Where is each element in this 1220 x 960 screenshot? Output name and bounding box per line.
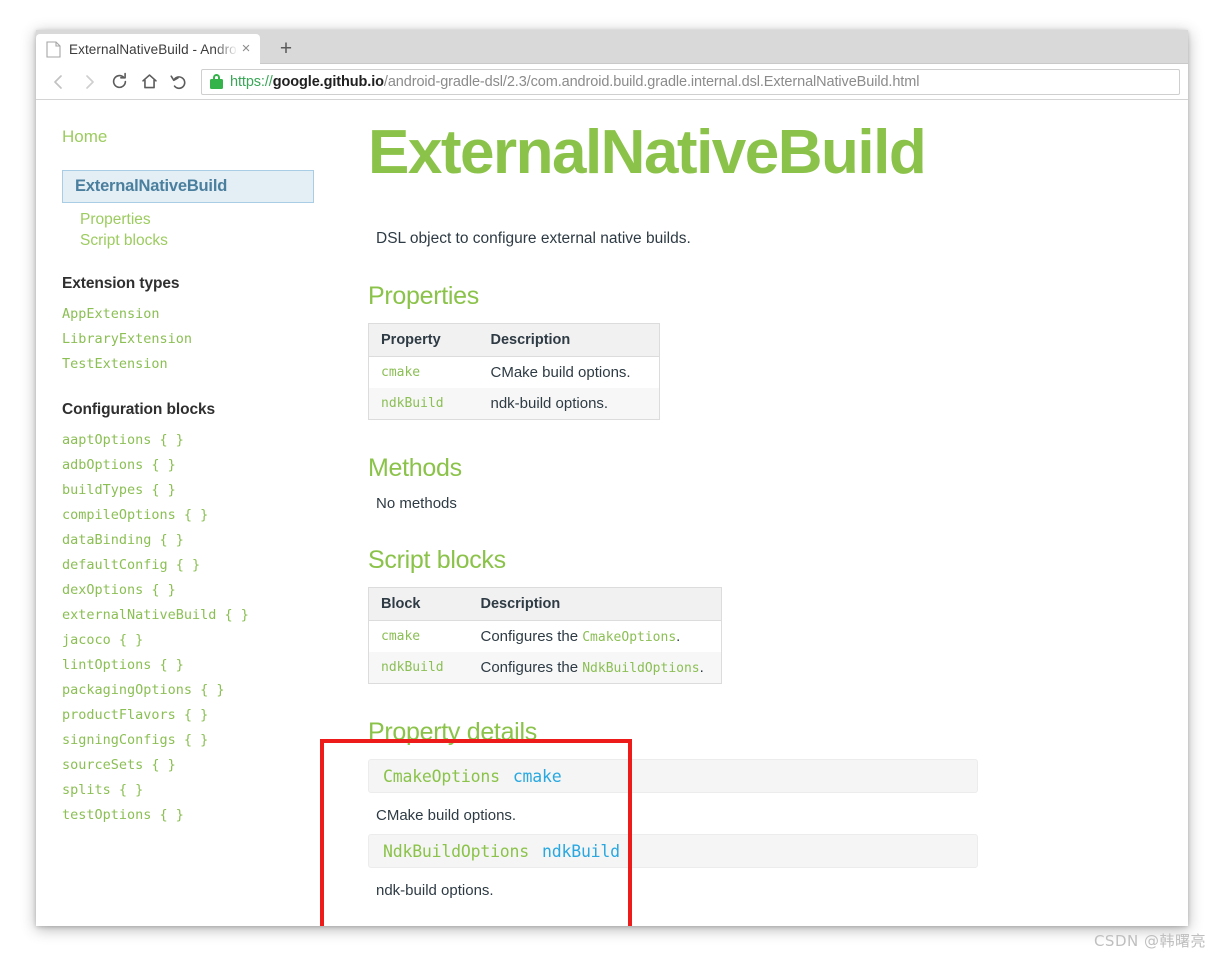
property-detail-header-cmake: CmakeOptions cmake: [368, 759, 978, 793]
methods-empty-text: No methods: [376, 495, 457, 512]
browser-window: ExternalNativeBuild - Android × + https:…: [36, 30, 1188, 926]
sidebar-item-appextension[interactable]: AppExtension: [62, 302, 324, 327]
column-header-description: Description: [468, 587, 722, 621]
reload-icon[interactable]: [104, 67, 134, 97]
column-header-description: Description: [478, 323, 660, 357]
sidebar-item-sourcesets[interactable]: sourceSets { }: [62, 753, 324, 778]
page-lead-text: DSL object to configure external native …: [376, 230, 691, 247]
sidebar-item-lintoptions[interactable]: lintOptions { }: [62, 653, 324, 678]
property-detail-description: ndk-build options.: [376, 882, 494, 899]
sidebar-item-testextension[interactable]: TestExtension: [62, 352, 324, 377]
sidebar-item-signingconfigs[interactable]: signingConfigs { }: [62, 728, 324, 753]
undo-arrow-icon[interactable]: [164, 67, 194, 97]
cell-block-name[interactable]: ndkBuild: [368, 652, 469, 684]
sidebar-heading-configuration-blocks: Configuration blocks: [62, 401, 216, 418]
property-type[interactable]: NdkBuildOptions: [383, 842, 529, 861]
browser-tab-strip: ExternalNativeBuild - Android × +: [36, 30, 1188, 64]
heading-methods: Methods: [368, 454, 462, 482]
sidebar-heading-extension-types: Extension types: [62, 275, 180, 292]
heading-property-details: Property details: [368, 718, 537, 746]
sidebar-item-properties[interactable]: Properties: [62, 209, 324, 230]
property-name: cmake: [512, 766, 562, 786]
back-arrow-icon[interactable]: [44, 67, 74, 97]
column-header-property: Property: [368, 323, 479, 357]
address-bar-url: https://google.github.io/android-gradle-…: [230, 74, 919, 90]
close-icon[interactable]: ×: [238, 41, 254, 57]
sidebar-item-home[interactable]: Home: [62, 126, 324, 148]
sidebar-item-jacoco[interactable]: jacoco { }: [62, 628, 324, 653]
cell-block-description: Configures the CmakeOptions.: [468, 620, 722, 652]
sidebar-item-script-blocks[interactable]: Script blocks: [62, 230, 324, 251]
browser-tab[interactable]: ExternalNativeBuild - Android ×: [36, 34, 260, 64]
url-scheme: https://: [230, 73, 273, 90]
sidebar-current-label: ExternalNativeBuild: [75, 177, 228, 195]
browser-tab-title: ExternalNativeBuild - Android: [69, 41, 238, 57]
desc-prefix: Configures the: [480, 659, 583, 676]
desc-prefix: Configures the: [480, 628, 583, 645]
properties-table: Property Description cmake CMake build o…: [368, 323, 660, 420]
sidebar-item-testoptions[interactable]: testOptions { }: [62, 803, 324, 828]
desc-suffix: .: [676, 628, 681, 645]
lock-icon: [210, 74, 223, 89]
heading-script-blocks: Script blocks: [368, 546, 506, 574]
desc-suffix: .: [699, 659, 704, 676]
property-detail-description: CMake build options.: [376, 807, 517, 824]
new-tab-button[interactable]: +: [272, 36, 300, 62]
heading-properties: Properties: [368, 282, 479, 310]
url-host: google.github.io: [272, 73, 384, 90]
cell-block-name[interactable]: cmake: [368, 620, 469, 652]
sidebar-item-databinding[interactable]: dataBinding { }: [62, 528, 324, 553]
page-viewport: Home ExternalNativeBuild Properties Scri…: [36, 100, 1188, 925]
cell-property-name[interactable]: cmake: [368, 356, 479, 388]
table-row: cmake CMake build options.: [368, 356, 660, 388]
home-icon[interactable]: [134, 67, 164, 97]
table-row: ndkBuild Configures the NdkBuildOptions.: [368, 652, 722, 684]
address-bar[interactable]: https://google.github.io/android-gradle-…: [201, 68, 1180, 95]
page-title: ExternalNativeBuild: [368, 118, 927, 187]
desc-code-link[interactable]: CmakeOptions: [582, 630, 676, 645]
sidebar-item-adboptions[interactable]: adbOptions { }: [62, 453, 324, 478]
desc-code-link[interactable]: NdkBuildOptions: [582, 661, 699, 676]
sidebar-item-packagingoptions[interactable]: packagingOptions { }: [62, 678, 324, 703]
table-header-row: Block Description: [368, 587, 722, 621]
screenshot-stage: ExternalNativeBuild - Android × + https:…: [0, 0, 1220, 960]
sidebar-item-libraryextension[interactable]: LibraryExtension: [62, 327, 324, 352]
table-header-row: Property Description: [368, 323, 660, 357]
sidebar-item-productflavors[interactable]: productFlavors { }: [62, 703, 324, 728]
sidebar-item-defaultconfig[interactable]: defaultConfig { }: [62, 553, 324, 578]
sidebar-item-current-page[interactable]: ExternalNativeBuild: [62, 170, 314, 203]
property-detail-header-ndkbuild: NdkBuildOptions ndkBuild: [368, 834, 978, 868]
browser-toolbar: https://google.github.io/android-gradle-…: [36, 64, 1188, 100]
cell-property-name[interactable]: ndkBuild: [368, 388, 479, 420]
sidebar-item-buildtypes[interactable]: buildTypes { }: [62, 478, 324, 503]
sidebar-item-aaptoptions[interactable]: aaptOptions { }: [62, 428, 324, 453]
cell-block-description: Configures the NdkBuildOptions.: [468, 652, 722, 684]
table-row: cmake Configures the CmakeOptions.: [368, 620, 722, 652]
cell-property-description: ndk-build options.: [478, 388, 660, 420]
column-header-block: Block: [368, 587, 469, 621]
property-name: ndkBuild: [542, 841, 620, 861]
sidebar-item-compileoptions[interactable]: compileOptions { }: [62, 503, 324, 528]
property-type[interactable]: CmakeOptions: [383, 767, 500, 786]
forward-arrow-icon[interactable]: [74, 67, 104, 97]
cell-property-description: CMake build options.: [478, 356, 660, 388]
sidebar-nav: Home ExternalNativeBuild Properties Scri…: [36, 100, 324, 925]
table-row: ndkBuild ndk-build options.: [368, 388, 660, 420]
url-path: /android-gradle-dsl/2.3/com.android.buil…: [383, 73, 920, 90]
sidebar-item-splits[interactable]: splits { }: [62, 778, 324, 803]
sidebar-item-externalnativebuild[interactable]: externalNativeBuild { }: [62, 603, 324, 628]
script-blocks-table: Block Description cmake Configures the C…: [368, 587, 722, 684]
main-content: ExternalNativeBuild DSL object to config…: [324, 100, 1188, 925]
watermark: CSDN @韩曙亮: [1093, 932, 1206, 950]
sidebar-item-dexoptions[interactable]: dexOptions { }: [62, 578, 324, 603]
page-icon: [46, 40, 61, 58]
